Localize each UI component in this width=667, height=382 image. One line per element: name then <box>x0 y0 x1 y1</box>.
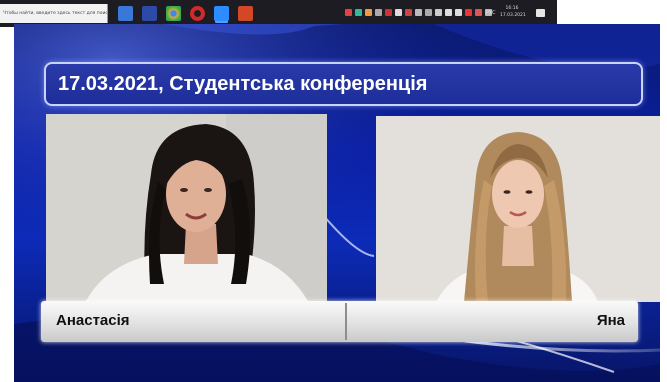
network-icon[interactable] <box>455 9 462 16</box>
tray-app-icon[interactable] <box>375 9 382 16</box>
tray-app-icon[interactable] <box>365 9 372 16</box>
participant-name-left: Анастасія <box>56 312 130 329</box>
zoom-icon[interactable] <box>214 6 229 21</box>
tray-app-icon[interactable] <box>465 9 472 16</box>
opera-icon[interactable] <box>190 6 205 21</box>
tray-app-icon[interactable] <box>415 9 422 16</box>
presentation-slide: 17.03.2021, Студентська конференція Анас… <box>14 24 660 382</box>
clock-date: 17.03.2021 <box>500 13 526 18</box>
windows-taskbar: Чтобы найти, введите здесь текст для пои… <box>0 0 557 27</box>
clock-time: 16:16 <box>505 6 519 11</box>
participant-video-right <box>376 116 660 302</box>
name-plate-bar: Анастасія Яна <box>41 301 638 342</box>
chrome-icon[interactable] <box>166 6 181 21</box>
name-plate-divider <box>345 303 347 340</box>
tray-app-icon[interactable] <box>345 9 352 16</box>
tray-app-icon[interactable] <box>435 9 442 16</box>
file-explorer-icon[interactable] <box>118 6 133 21</box>
store-icon[interactable] <box>142 6 157 21</box>
tray-app-icon[interactable] <box>405 9 412 16</box>
title-panel: 17.03.2021, Студентська конференція <box>44 62 643 106</box>
presentation-icon[interactable] <box>238 6 253 21</box>
tray-app-icon[interactable] <box>395 9 402 16</box>
participant-right-image <box>376 116 660 302</box>
tray-app-icon[interactable] <box>475 9 482 16</box>
system-tray <box>345 9 492 16</box>
tray-app-icon[interactable] <box>425 9 432 16</box>
participant-name-right: Яна <box>596 312 625 329</box>
tray-app-icon[interactable] <box>355 9 362 16</box>
clock[interactable]: 16:16 17.03.2021 <box>500 5 526 19</box>
taskbar-search-input[interactable]: Чтобы найти, введите здесь текст для пои… <box>0 4 108 23</box>
language-indicator[interactable]: РУС <box>486 10 496 16</box>
slide-title: 17.03.2021, Студентська конференція <box>58 73 428 95</box>
notification-icon[interactable] <box>536 9 545 17</box>
taskbar-pinned-apps <box>118 6 253 22</box>
participant-video-left <box>46 114 327 301</box>
volume-icon[interactable] <box>445 9 452 16</box>
participant-left-image <box>46 114 327 301</box>
tray-app-icon[interactable] <box>385 9 392 16</box>
